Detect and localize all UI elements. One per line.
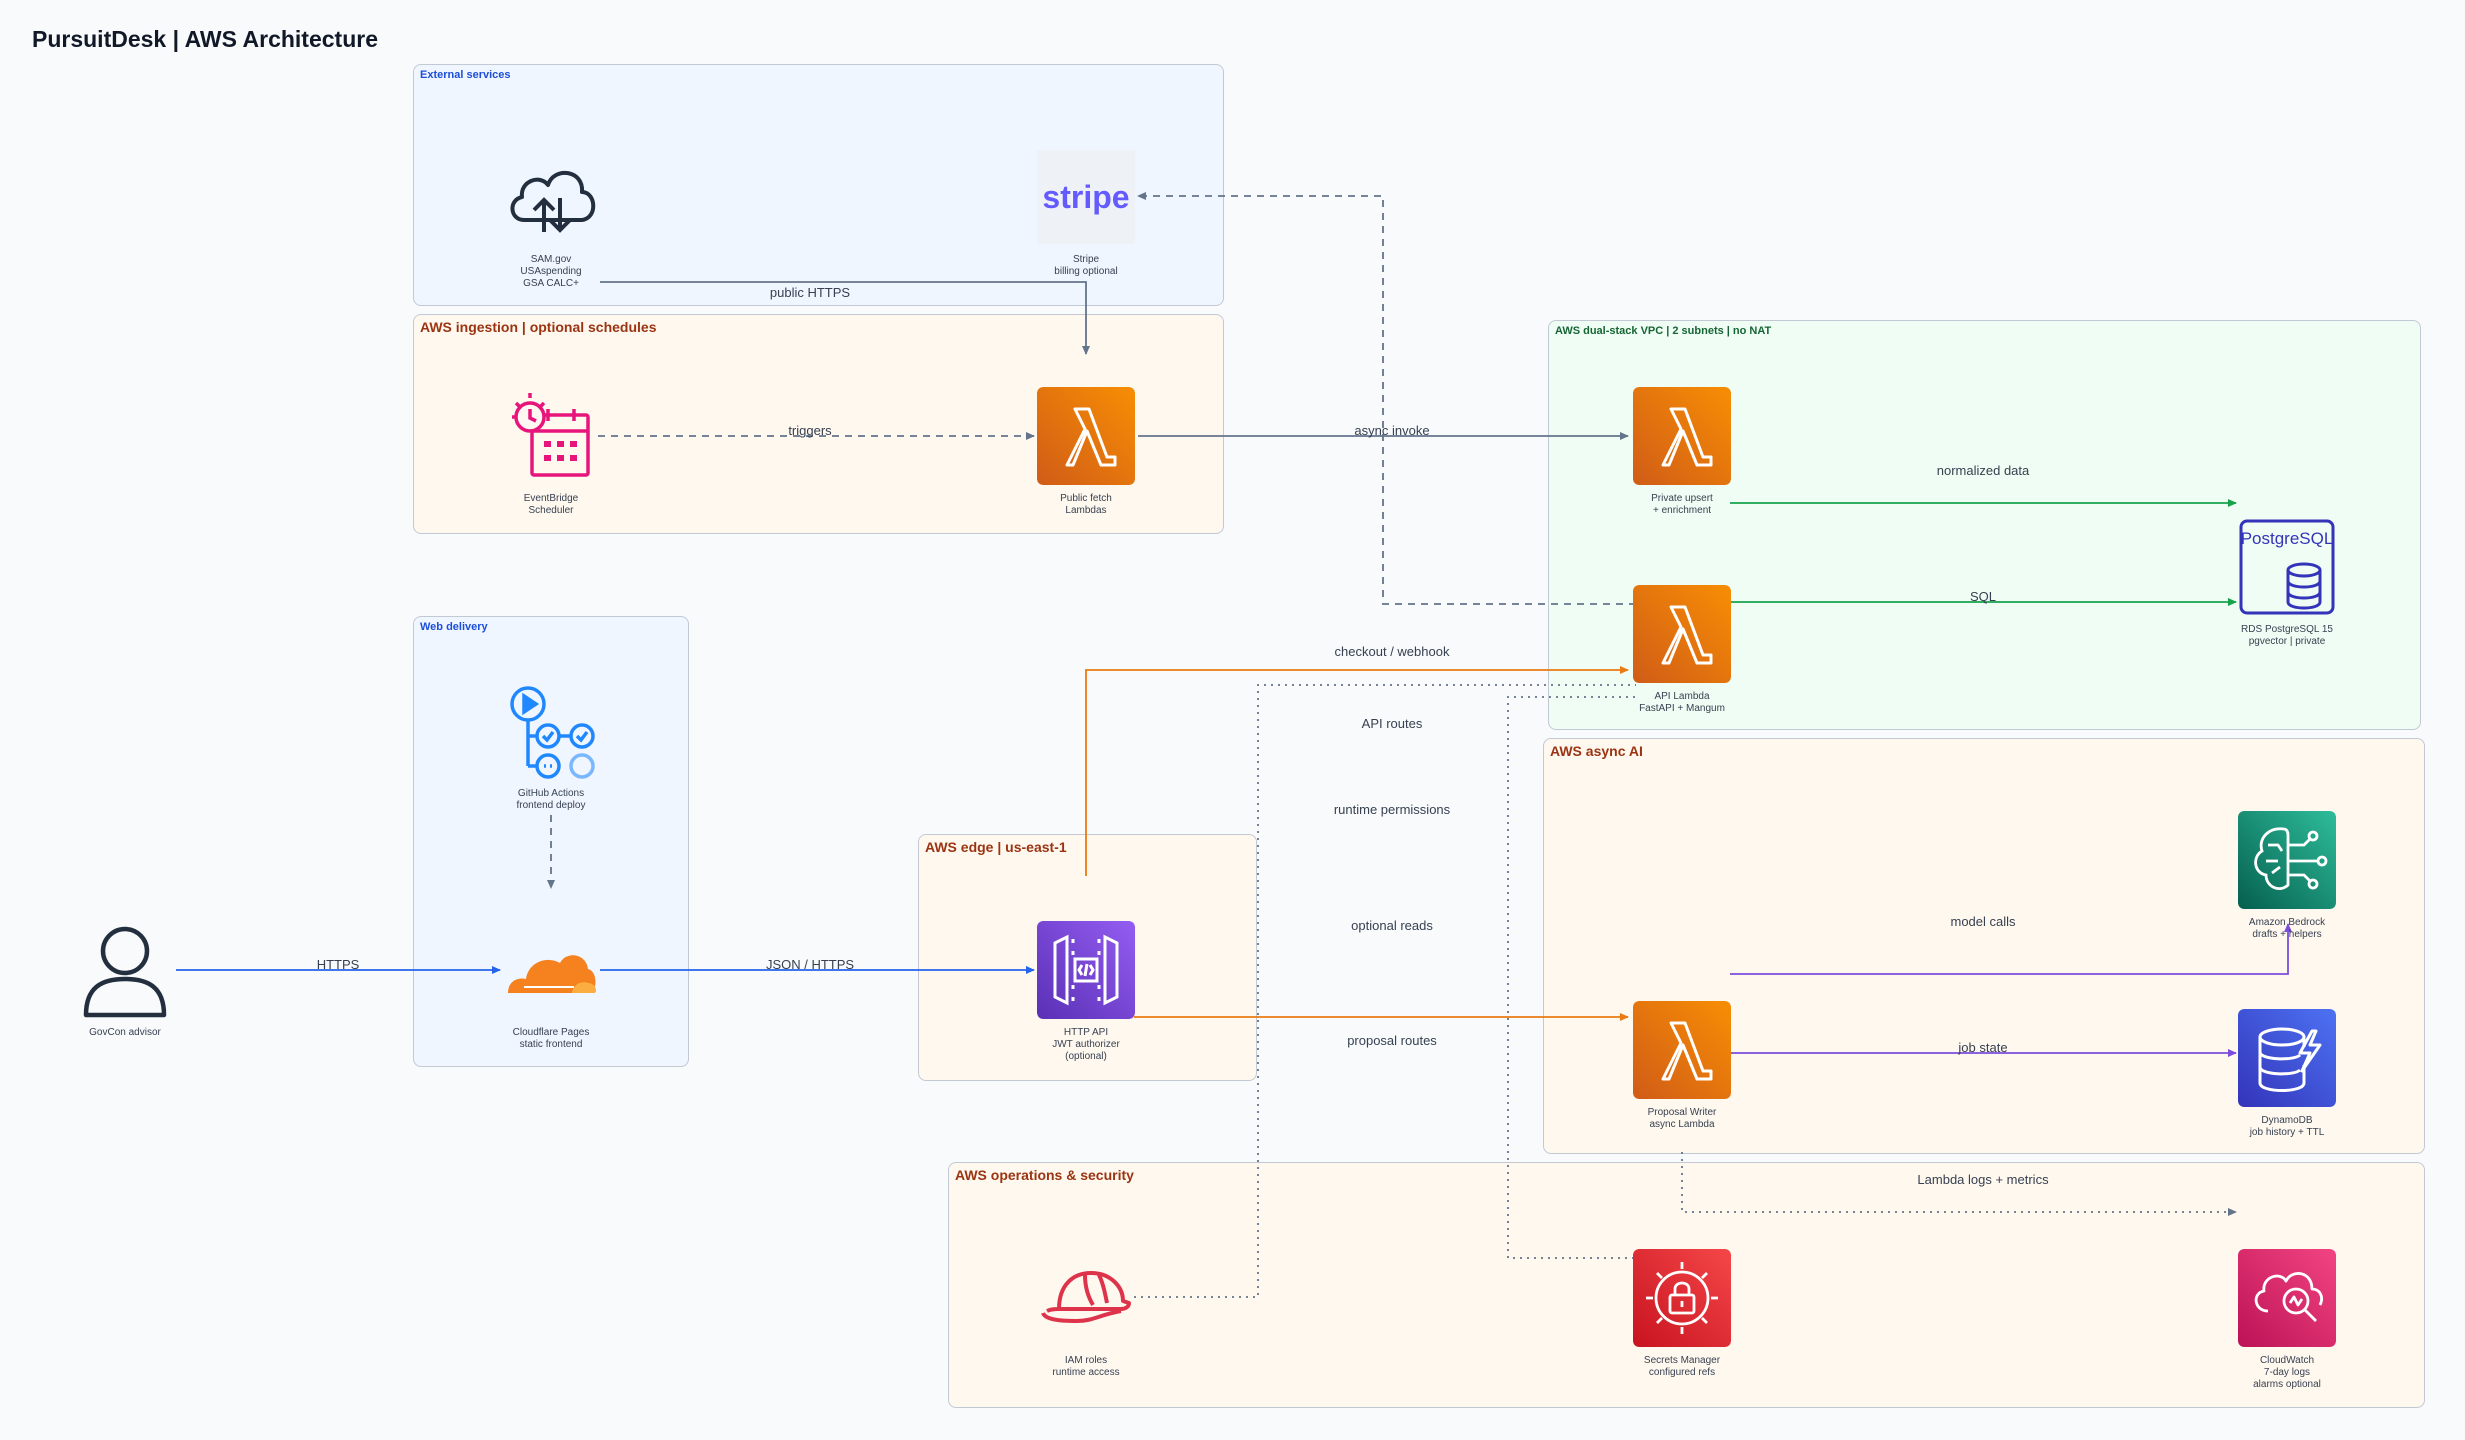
cloudwatch-icon	[2238, 1249, 2336, 1347]
node-caption: GitHub Actions frontend deploy	[516, 788, 586, 811]
edge-iam-runtime	[1134, 684, 1636, 1298]
stripe-logo: stripe	[1037, 150, 1135, 244]
node-caption: GovCon advisor	[89, 1027, 161, 1038]
node-caption: Cloudflare Pages static frontend	[512, 1027, 590, 1050]
edge-label-json-https: JSON / HTTPS	[765, 957, 855, 972]
postgresql-icon: PostgreSQL	[2239, 519, 2335, 615]
node-caption: Public fetch Lambdas	[1060, 493, 1112, 516]
svg-text:PostgreSQL: PostgreSQL	[2241, 529, 2334, 548]
node-caption: DynamoDB job history + TTL	[2249, 1115, 2325, 1138]
lambda-icon	[1633, 387, 1731, 485]
node-caption: RDS PostgreSQL 15 pgvector | private	[2241, 624, 2333, 647]
user-icon	[83, 926, 167, 1018]
cloud-upload-download-icon	[510, 170, 596, 233]
bedrock-icon	[2238, 811, 2336, 909]
edge-label-proposal-routes: proposal routes	[1347, 1033, 1437, 1048]
lambda-icon	[1633, 585, 1731, 683]
edge-label-lambda-logs: Lambda logs + metrics	[1917, 1172, 2049, 1187]
node-caption: IAM roles runtime access	[1052, 1355, 1120, 1378]
api-gateway-icon	[1037, 921, 1135, 1019]
cloudflare-icon	[508, 955, 596, 993]
node-caption: Secrets Manager configured refs	[1643, 1355, 1721, 1378]
node-caption: Stripe billing optional	[1054, 254, 1118, 277]
edge-label-job-state: job state	[1958, 1040, 2008, 1055]
secrets-manager-icon	[1633, 1249, 1731, 1347]
lambda-icon	[1037, 387, 1135, 485]
edge-label-sql: SQL	[1969, 589, 1997, 604]
node-caption: API Lambda FastAPI + Mangum	[1639, 691, 1725, 714]
edge-checkout-webhook	[1085, 666, 1629, 876]
edge-label-public-https: public HTTPS	[769, 285, 851, 300]
edge-stripe-webhook	[1137, 192, 1636, 605]
edge-secrets-reads	[1507, 696, 1636, 1259]
node-caption: EventBridge Scheduler	[523, 493, 579, 516]
edge-label-triggers: triggers	[788, 423, 832, 438]
eventbridge-scheduler-icon	[512, 393, 590, 477]
iam-hardhat-icon	[1041, 1271, 1131, 1323]
edge-label-https: HTTPS	[316, 957, 360, 972]
node-caption: CloudWatch 7-day logs alarms optional	[2253, 1355, 2321, 1390]
node-caption: Proposal Writer async Lambda	[1647, 1107, 1717, 1130]
node-caption: Private upsert + enrichment	[1651, 493, 1713, 516]
edge-label-api-routes: API routes	[1361, 716, 1423, 731]
edge-label-normalized-data: normalized data	[1936, 463, 2030, 478]
svg-text:stripe: stripe	[1042, 179, 1129, 215]
node-caption: HTTP API JWT authorizer (optional)	[1052, 1027, 1120, 1062]
node-caption: Amazon Bedrock drafts + helpers	[2248, 917, 2326, 940]
edge-label-checkout-webhook: checkout / webhook	[1334, 644, 1450, 659]
github-actions-icon	[510, 686, 595, 779]
edge-label-runtime-permissions: runtime permissions	[1333, 802, 1451, 817]
edge-label-optional-reads: optional reads	[1351, 918, 1433, 933]
lambda-icon	[1633, 1001, 1731, 1099]
connector-layer	[176, 192, 2292, 1298]
edge-label-model-calls: model calls	[1950, 914, 2016, 929]
edge-label-async-invoke: async invoke	[1354, 423, 1430, 438]
dynamodb-icon	[2238, 1009, 2336, 1107]
node-caption: SAM.gov USAspending GSA CALC+	[520, 254, 582, 289]
